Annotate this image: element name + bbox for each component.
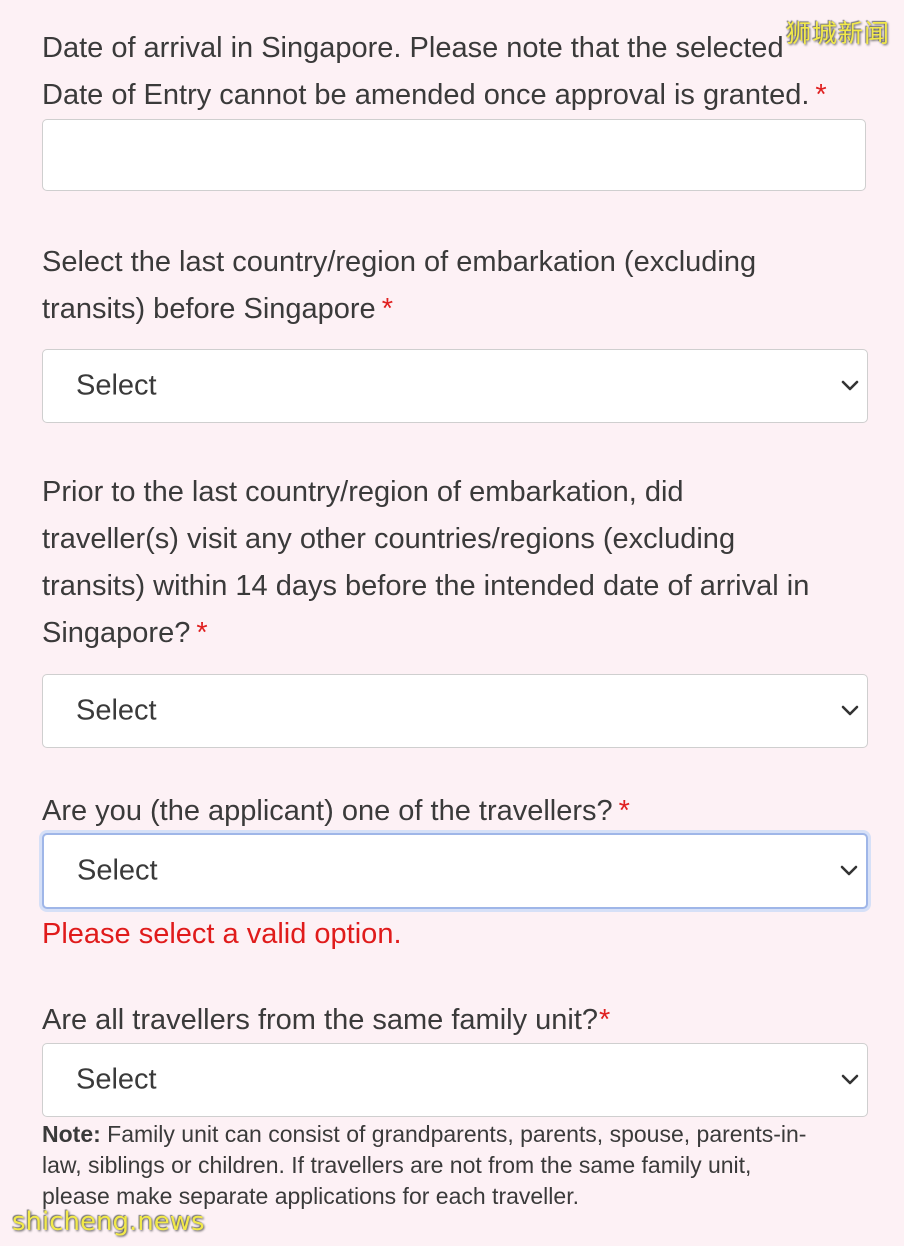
watermark-bottom: shicheng.news [12,1207,205,1237]
applicant-traveller-select-value: Select [77,854,158,887]
arrival-date-label-text: Date of Entry cannot be amended once app… [42,79,810,111]
required-asterisk: * [381,293,393,325]
applicant-traveller-label: Are you (the applicant) one of the trave… [42,788,868,835]
arrival-date-label-line1: Date of arrival in Singapore. Please not… [42,32,784,64]
other-countries-select[interactable]: Select [42,674,868,748]
family-unit-label: Are all travellers from the same family … [42,997,868,1044]
note-prefix: Note: [42,1121,101,1147]
family-unit-note: Note: Family unit can consist of grandpa… [42,1119,872,1212]
last-country-label-line2: transits) before Singapore * [42,286,868,333]
other-countries-label-line1: Prior to the last country/region of emba… [42,476,684,508]
required-asterisk: * [196,617,208,649]
required-asterisk: * [815,79,827,111]
arrival-date-label-line2: Date of Entry cannot be amended once app… [42,72,868,119]
last-country-label-line1: Select the last country/region of embark… [42,246,757,278]
applicant-traveller-select[interactable]: Select [42,833,868,909]
note-text-line1: Family unit can consist of grandparents,… [100,1121,807,1147]
applicant-traveller-label-text: Are you (the applicant) one of the trave… [42,795,613,827]
arrival-date-input[interactable] [42,119,866,191]
other-countries-label-line2: traveller(s) visit any other countries/r… [42,523,736,555]
applicant-traveller-error: Please select a valid option. [42,918,402,950]
required-asterisk: * [599,1004,611,1036]
other-countries-label-line4: Singapore? * [42,610,868,657]
last-country-select-value: Select [76,369,157,402]
family-unit-select-value: Select [76,1063,157,1096]
family-unit-label-line: Are all travellers from the same family … [42,997,868,1044]
other-countries-select-value: Select [76,694,157,727]
other-countries-label-line3: transits) within 14 days before the inte… [42,570,810,602]
last-country-label: Select the last country/region of embark… [42,239,868,333]
other-countries-label: Prior to the last country/region of emba… [42,469,868,657]
chevron-down-icon [840,865,858,876]
family-unit-note-line1: Note: Family unit can consist of grandpa… [42,1119,872,1150]
family-unit-select[interactable]: Select [42,1043,868,1117]
required-asterisk: * [618,795,630,827]
other-countries-label-text: Singapore? [42,617,191,649]
last-country-label-text: transits) before Singapore [42,293,376,325]
last-country-select[interactable]: Select [42,349,868,423]
chevron-down-icon [841,705,859,716]
chevron-down-icon [841,1074,859,1085]
applicant-traveller-label-line: Are you (the applicant) one of the trave… [42,788,868,835]
family-unit-label-text: Are all travellers from the same family … [42,1004,599,1036]
family-unit-note-line2: law, siblings or children. If travellers… [42,1152,752,1178]
chevron-down-icon [841,380,859,391]
arrival-date-label: Date of arrival in Singapore. Please not… [42,25,868,119]
